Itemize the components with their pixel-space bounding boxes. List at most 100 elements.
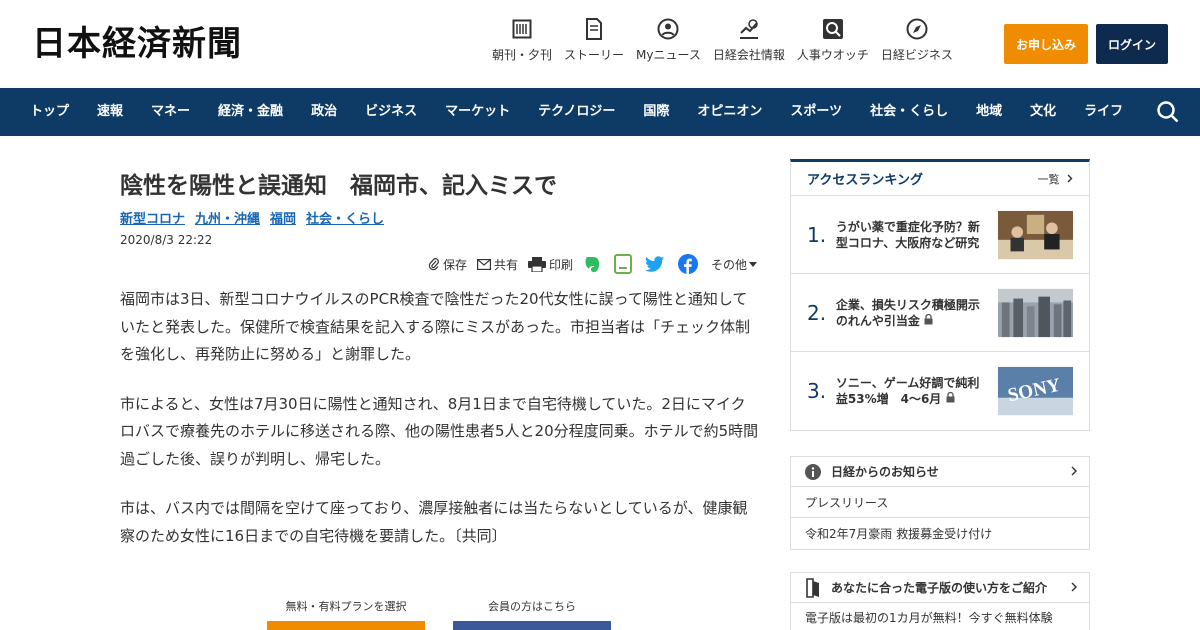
header-nav: 朝刊・夕刊 ストーリー Myニュース 日経会社情報 人事ウオッチ 日経ビジネス — [492, 18, 965, 63]
header-nav-company[interactable]: 日経会社情報 — [713, 18, 785, 63]
memo-icon — [613, 254, 632, 274]
nav-item-economy[interactable]: 経済・金融 — [204, 88, 297, 136]
chevron-right-icon — [1071, 582, 1077, 592]
epaper-guide: あなたに合った電子版の使い方をご紹介 電子版は最初の1カ月が無料！今すぐ無料体験 — [790, 572, 1090, 630]
header-nav-paper[interactable]: 朝刊・夕刊 — [492, 18, 552, 63]
clip-icon — [428, 258, 439, 271]
nav-item-technology[interactable]: テクノロジー — [524, 88, 629, 136]
member-cta-button[interactable] — [453, 621, 611, 630]
tag-link[interactable]: 九州・沖縄 — [195, 208, 260, 227]
ranking-thumbnail-city — [997, 288, 1073, 337]
nav-item-opinion[interactable]: オピニオン — [683, 88, 776, 136]
article-tools: 保存 共有 印刷 その他 — [418, 254, 760, 274]
nav-item-money[interactable]: マネー — [137, 88, 204, 136]
ranking-more-link[interactable]: 一覧 — [1038, 171, 1074, 187]
header-nav-label: Myニュース — [636, 48, 701, 62]
access-ranking: アクセスランキング 一覧 1. うがい薬で重症化予防？新型コロナ、大阪府など研究… — [790, 159, 1090, 431]
twitter-button[interactable] — [644, 255, 668, 273]
tag-link[interactable]: 社会・くらし — [306, 208, 384, 227]
chart-icon — [738, 18, 760, 40]
ranking-headline: うがい薬で重症化予防？新型コロナ、大阪府など研究 — [835, 219, 980, 250]
login-button[interactable]: ログイン — [1096, 24, 1168, 64]
nav-item-region[interactable]: 地域 — [962, 88, 1016, 136]
epaper-link[interactable]: 電子版は最初の1カ月が無料！今すぐ無料体験 — [791, 603, 1089, 630]
ranking-item[interactable]: 2. 企業、損失リスク積極開示 のれんや引当金 — [791, 274, 1089, 352]
ranking-headline-text: 企業、損失リスク積極開示 のれんや引当金 — [835, 297, 992, 328]
nav-item-business[interactable]: ビジネス — [351, 88, 431, 136]
nav-item-society[interactable]: 社会・くらし — [856, 88, 962, 136]
smartphone-icon — [806, 577, 819, 598]
header-nav-label: 人事ウオッチ — [796, 48, 869, 62]
nav-item-politics[interactable]: 政治 — [297, 88, 351, 136]
ranking-item[interactable]: 1. うがい薬で重症化予防？新型コロナ、大阪府など研究 — [791, 196, 1089, 274]
notice-link[interactable]: 令和2年7月豪雨 救援募金受け付け — [791, 518, 1089, 549]
apply-button[interactable]: お申し込み — [1004, 24, 1088, 64]
nikkei-notice: 日経からのお知らせ プレスリリース 令和2年7月豪雨 救援募金受け付け — [790, 456, 1090, 550]
article-paragraph: 市は、バス内では間隔を空けて座っており、濃厚接触者には当たらないとしているが、健… — [120, 499, 748, 545]
evernote-icon — [585, 257, 599, 272]
header-nav-label: 日経会社情報 — [712, 48, 785, 62]
ranking-thumbnail-press-conference — [997, 210, 1073, 259]
ranking-thumbnail-sony: SONY — [997, 366, 1073, 416]
nav-item-sports[interactable]: スポーツ — [776, 88, 856, 136]
ranking-number: 1. — [807, 222, 827, 247]
header-nav-mynews[interactable]: Myニュース — [636, 18, 701, 63]
notice-link[interactable]: プレスリリース — [791, 487, 1089, 518]
memo-button[interactable] — [613, 254, 635, 274]
print-button[interactable]: 印刷 — [527, 256, 573, 273]
caret-down-icon — [749, 261, 757, 267]
nav-item-market[interactable]: マーケット — [431, 88, 524, 136]
nav-item-culture[interactable]: 文化 — [1016, 88, 1070, 136]
plan-cta-button[interactable] — [267, 621, 425, 630]
lock-icon — [946, 391, 954, 403]
header-nav-label: 朝刊・夕刊 — [492, 48, 553, 62]
facebook-button[interactable] — [677, 254, 701, 274]
twitter-icon — [644, 255, 665, 272]
epaper-header[interactable]: あなたに合った電子版の使い方をご紹介 — [791, 573, 1089, 603]
ranking-more-label: 一覧 — [1037, 172, 1060, 186]
ranking-headline: 企業、損失リスク積極開示 のれんや引当金 — [836, 297, 992, 329]
lock-icon — [924, 313, 933, 324]
print-label: 印刷 — [548, 257, 573, 272]
notice-header[interactable]: 日経からのお知らせ — [791, 457, 1089, 487]
info-icon — [805, 463, 821, 480]
header-nav-jinji[interactable]: 人事ウオッチ — [797, 18, 869, 63]
more-button[interactable]: その他 — [711, 256, 760, 273]
main-nav: トップ 速報 マネー 経済・金融 政治 ビジネス マーケット テクノロジー 国際… — [0, 88, 1200, 136]
nav-item-top[interactable]: トップ — [0, 88, 83, 136]
plan-cta-label: 無料・有料プランを選択 — [285, 600, 407, 613]
ranking-headline: ソニー、ゲーム好調で純利益53%増 4～6月 — [836, 375, 988, 407]
ranking-headline-text: ソニー、ゲーム好調で純利益53%増 4～6月 — [835, 376, 980, 406]
facebook-icon — [677, 254, 698, 274]
nav-item-life[interactable]: ライフ — [1070, 88, 1137, 136]
plan-cta[interactable]: 無料・有料プランを選択 — [267, 598, 425, 630]
ranking-header: アクセスランキング 一覧 — [791, 162, 1089, 196]
site-logo[interactable]: 日本経済新聞 — [32, 22, 242, 66]
article-paragraph: 福岡市は3日、新型コロナウイルスのPCR検査で陰性だった20代女性に誤って陽性と… — [120, 290, 751, 363]
person-icon — [657, 18, 679, 40]
header-nav-business[interactable]: 日経ビジネス — [881, 18, 953, 63]
article-title: 陰性を陽性と誤通知 福岡市、記入ミスで — [120, 173, 557, 199]
search-icon[interactable] — [1156, 100, 1180, 124]
member-cta[interactable]: 会員の方はこちら — [453, 598, 611, 630]
share-button[interactable]: 共有 — [476, 256, 518, 273]
nav-item-international[interactable]: 国際 — [629, 88, 683, 136]
article: 陰性を陽性と誤通知 福岡市、記入ミスで 新型コロナ 九州・沖縄 福岡 社会・くら… — [120, 136, 760, 630]
header-nav-label: ストーリー — [564, 48, 625, 62]
nav-item-flash[interactable]: 速報 — [83, 88, 137, 136]
article-body: 福岡市は3日、新型コロナウイルスのPCR検査で陰性だった20代女性に誤って陽性と… — [120, 286, 760, 572]
ranking-item[interactable]: 3. ソニー、ゲーム好調で純利益53%増 4～6月 SONY — [791, 352, 1089, 430]
save-button[interactable]: 保存 — [428, 256, 467, 273]
tag-link[interactable]: 新型コロナ — [120, 208, 185, 227]
more-label: その他 — [710, 257, 747, 272]
evernote-button[interactable] — [583, 255, 604, 273]
tag-link[interactable]: 福岡 — [270, 208, 296, 227]
notice-title: 日経からのお知らせ — [831, 465, 939, 479]
article-date: 2020/8/3 22:22 — [120, 233, 213, 247]
header-nav-story[interactable]: ストーリー — [564, 18, 624, 63]
compass-icon — [906, 18, 928, 40]
ranking-title: アクセスランキング — [807, 173, 923, 188]
ranking-number: 2. — [807, 300, 827, 325]
printer-icon — [527, 256, 546, 272]
chevron-right-icon — [1071, 466, 1077, 476]
